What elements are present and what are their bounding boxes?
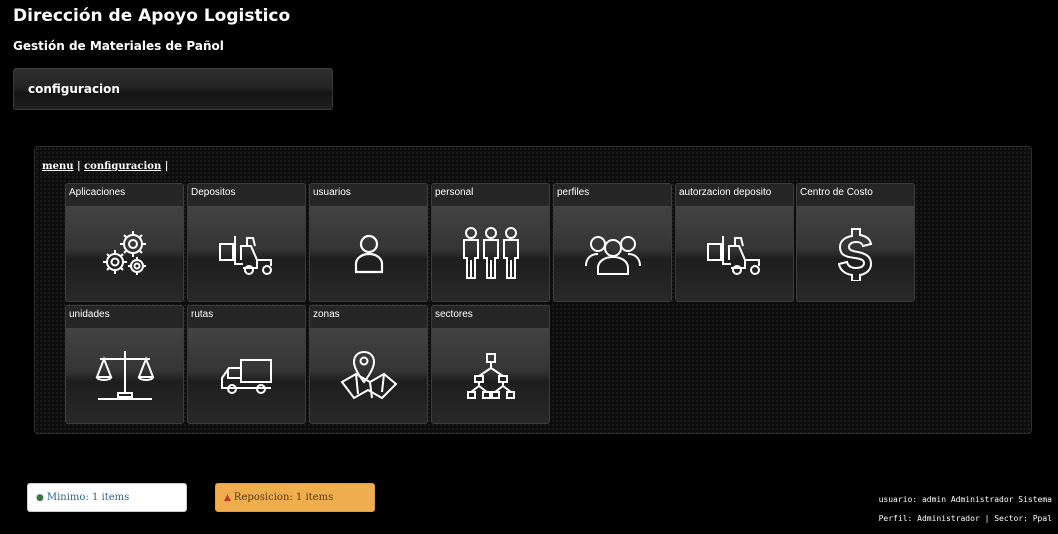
tile-label: zonas [310, 306, 427, 328]
breadcrumb-configuracion-link[interactable]: configuracion [84, 161, 161, 172]
tile-unidades[interactable]: unidades [65, 305, 184, 424]
tile-label: sectores [432, 306, 549, 328]
info-circle-icon: ● [36, 493, 44, 503]
tile-centro-de-costo[interactable]: Centro de Costo [796, 183, 915, 302]
user-line: usuario: admin Administrador Sistema [878, 495, 1052, 504]
warning-icon: ▲ [224, 493, 231, 503]
tile-zonas[interactable]: zonas [309, 305, 428, 424]
section-title: configuracion [28, 82, 120, 96]
tile-label: usuarios [310, 184, 427, 206]
tile-autorzacion-deposito[interactable]: autorzacion deposito [675, 183, 794, 302]
user-info: usuario: admin Administrador Sistema Per… [879, 490, 1052, 528]
breadcrumb-menu-link[interactable]: menu [42, 161, 73, 172]
profile-line: Perfil: Administrador | Sector: Ppal [878, 514, 1052, 523]
breadcrumb: menu | configuracion | [42, 161, 168, 172]
tile-label: Depositos [188, 184, 305, 206]
tile-usuarios[interactable]: usuarios [309, 183, 428, 302]
tile-perfiles[interactable]: perfiles [553, 183, 672, 302]
reposicion-text: Reposicion: 1 items [233, 492, 334, 503]
minimo-alert[interactable]: ● Minimo: 1 items [27, 483, 187, 512]
hierarchy-icon [466, 352, 515, 399]
user-icon [354, 234, 383, 273]
tile-label: autorzacion deposito [676, 184, 793, 206]
reposicion-alert[interactable]: ▲ Reposicion: 1 items [215, 483, 375, 512]
minimo-text: Minimo: 1 items [46, 492, 130, 503]
breadcrumb-trailing: | [161, 161, 169, 172]
scale-icon [95, 350, 154, 400]
app-subtitle: Gestión de Materiales de Pañol [13, 39, 224, 53]
tile-label: perfiles [554, 184, 671, 206]
tile-label: unidades [66, 306, 183, 328]
app-title: Dirección de Apoyo Logistico [13, 6, 291, 26]
group-icon [584, 235, 641, 275]
forklift-icon [218, 235, 272, 275]
tile-sectores[interactable]: sectores [431, 305, 550, 424]
map-pin-icon [340, 350, 397, 399]
tile-label: personal [432, 184, 549, 206]
people-icon [462, 226, 519, 279]
truck-icon [220, 358, 272, 394]
breadcrumb-separator: | [73, 161, 85, 172]
tile-depositos[interactable]: Depositos [187, 183, 306, 302]
forklift-icon [706, 235, 760, 275]
tile-label: Centro de Costo [797, 184, 914, 206]
gears-icon [102, 230, 146, 275]
dollar-icon [837, 227, 872, 281]
tile-personal[interactable]: personal [431, 183, 550, 302]
section-header: configuracion [13, 68, 333, 110]
config-panel: menu | configuracion | Aplicaciones Depo… [34, 146, 1032, 434]
tile-aplicaciones[interactable]: Aplicaciones [65, 183, 184, 302]
tile-rutas[interactable]: rutas [187, 305, 306, 424]
tile-label: rutas [188, 306, 305, 328]
tile-label: Aplicaciones [66, 184, 183, 206]
